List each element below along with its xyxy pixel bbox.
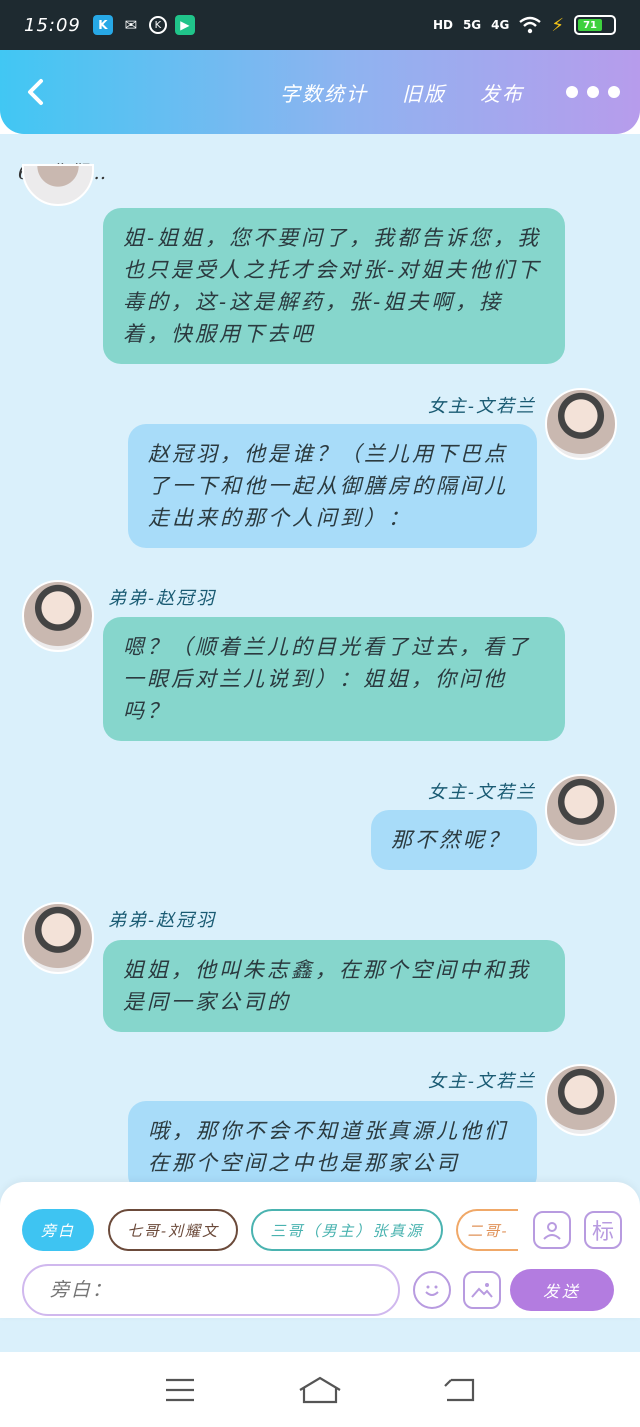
back-arrow-icon <box>28 79 43 105</box>
back-nav-icon[interactable] <box>435 1370 485 1410</box>
avatar[interactable] <box>22 164 94 206</box>
signal-4g-label: 4G <box>491 18 510 32</box>
emoji-icon[interactable] <box>413 1271 451 1309</box>
role-chip[interactable]: 二哥- <box>456 1209 518 1251</box>
avatar[interactable] <box>545 388 617 460</box>
contact-card-icon[interactable] <box>533 1211 571 1249</box>
old-version-button[interactable]: 旧版 <box>402 78 446 107</box>
input-panel: 旁白 七哥-刘耀文 三哥（男主）张真源 二哥- 标 发送 <box>0 1182 640 1318</box>
tag-button[interactable]: 标 <box>584 1211 622 1249</box>
message-bubble: 嗯？（顺着兰儿的目光看了过去，看了一眼后对兰儿说到）：姐姐，你问他吗？ <box>103 617 565 741</box>
sender-name: 弟弟-赵冠羽 <box>108 588 217 609</box>
message-bubble: 姐姐，他叫朱志鑫，在那个空间中和我是同一家公司的 <box>103 940 565 1032</box>
role-chip[interactable]: 三哥（男主）张真源 <box>251 1209 443 1251</box>
word-count-button[interactable]: 字数统计 <box>280 78 368 107</box>
wechat-icon: ✉ <box>124 16 138 34</box>
battery-level: 71 <box>578 19 603 31</box>
menu-icon[interactable] <box>155 1370 205 1410</box>
hd-label: HD <box>432 18 453 32</box>
more-options-icon[interactable] <box>566 86 620 98</box>
app-header: 字数统计 旧版 发布 <box>0 50 640 134</box>
system-nav-bar <box>0 1352 640 1427</box>
app-k-icon: K <box>92 15 113 35</box>
header-actions: 字数统计 旧版 发布 <box>280 78 620 107</box>
charging-icon: ⚡ <box>551 14 564 36</box>
message-input[interactable] <box>22 1264 400 1316</box>
notification-icons: K ✉ K ▶ <box>92 15 195 35</box>
send-button[interactable]: 发送 <box>510 1269 614 1311</box>
role-chip[interactable]: 七哥-刘耀文 <box>108 1209 238 1251</box>
avatar[interactable] <box>22 580 94 652</box>
back-button[interactable] <box>20 72 50 112</box>
sender-name: 弟弟-赵冠羽 <box>108 910 217 931</box>
wifi-icon <box>519 16 542 34</box>
status-time: 15:09 <box>24 14 81 36</box>
avatar[interactable] <box>545 1064 617 1136</box>
image-icon[interactable] <box>463 1271 501 1309</box>
app-circle-k-icon: K <box>148 16 167 34</box>
message-bubble: 姐-姐姐，您不要问了，我都告诉您，我也只是受人之托才会对张-对姐夫他们下毒的，这… <box>103 208 565 364</box>
avatar[interactable] <box>22 902 94 974</box>
sender-name: 女主-文若兰 <box>427 782 536 803</box>
message-bubble: 赵冠羽，他是谁？（兰儿用下巴点了一下和他一起从御膳房的隔间儿走出来的那个人问到）… <box>128 424 537 548</box>
status-bar: 15:09 K ✉ K ▶ HD 5G 4G ⚡ 71 <box>0 0 640 50</box>
sender-name: 女主-文若兰 <box>427 396 536 417</box>
home-icon[interactable] <box>295 1370 345 1410</box>
avatar[interactable] <box>545 774 617 846</box>
message-bubble: 那不然呢？ <box>371 810 537 870</box>
role-chip-narrator[interactable]: 旁白 <box>22 1209 94 1251</box>
status-right: HD 5G 4G ⚡ 71 <box>433 15 616 36</box>
battery-icon: 71 <box>574 15 616 35</box>
signal-5g-label: 5G <box>462 18 482 32</box>
video-app-icon: ▶ <box>174 15 195 35</box>
publish-button[interactable]: 发布 <box>480 78 524 107</box>
chat-area[interactable]: 6：你们… 姐-姐姐，您不要问了，我都告诉您，我也只是受人之托才会对张-对姐夫他… <box>0 134 640 1352</box>
sender-name: 女主-文若兰 <box>427 1071 536 1092</box>
message-bubble: 哦，那你不会不知道张真源儿他们在那个空间之中也是那家公司 <box>128 1101 537 1193</box>
